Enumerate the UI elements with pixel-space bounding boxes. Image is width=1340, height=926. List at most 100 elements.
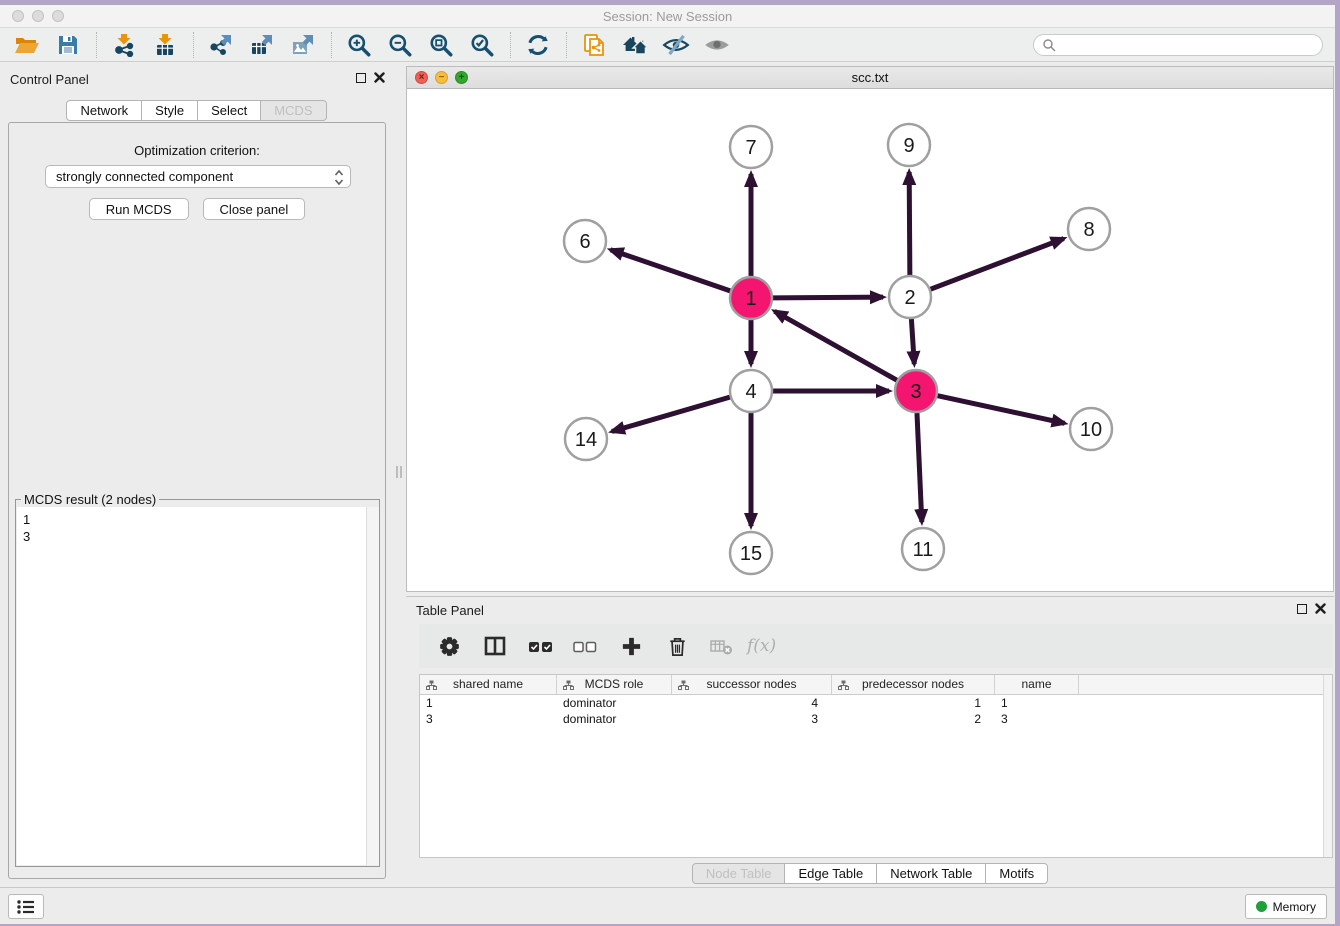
memory-button[interactable]: Memory	[1245, 894, 1327, 919]
save-session-button[interactable]	[51, 30, 85, 60]
cell-mcds-role[interactable]: dominator	[557, 711, 672, 727]
status-bar: Memory	[0, 887, 1335, 924]
search-input[interactable]	[1056, 36, 1322, 54]
cell-predecessor-nodes[interactable]: 1	[832, 695, 995, 711]
cell-successor-nodes[interactable]: 4	[672, 695, 832, 711]
cell-shared-name[interactable]: 1	[420, 695, 557, 711]
graph-node-label: 7	[745, 137, 756, 159]
table-row[interactable]: 3dominator323	[420, 711, 1332, 727]
close-panel-button[interactable]: Close panel	[203, 198, 306, 220]
graph-node-14[interactable]: 14	[565, 418, 607, 460]
list-icon	[15, 898, 37, 916]
run-mcds-button[interactable]: Run MCDS	[89, 198, 189, 220]
graph-node-4[interactable]: 4	[730, 370, 772, 412]
zoom-in-button[interactable]	[342, 30, 376, 60]
table-panel-float-button[interactable]	[1297, 604, 1307, 614]
control-tab-mcds[interactable]: MCDS	[261, 100, 326, 121]
table-scrollbar[interactable]	[1323, 675, 1332, 857]
graph-edge-2-8[interactable]	[931, 239, 1064, 290]
graph-node-9[interactable]: 9	[888, 124, 930, 166]
criterion-dropdown[interactable]: strongly connected component	[45, 165, 351, 188]
control-tab-network[interactable]: Network	[66, 100, 142, 121]
open-session-button[interactable]	[10, 30, 44, 60]
graph-edge-2-3[interactable]	[911, 319, 914, 364]
delete-column-button[interactable]	[659, 629, 695, 663]
table-tab-network-table[interactable]: Network Table	[877, 863, 986, 884]
cell-name[interactable]: 1	[995, 695, 1079, 711]
mcds-result-list[interactable]: 13	[17, 507, 378, 865]
table-panel-close-icon[interactable]	[1315, 603, 1326, 614]
refresh-button[interactable]	[521, 30, 555, 60]
duplicate-network-button[interactable]	[577, 30, 611, 60]
hide-selected-button[interactable]	[659, 30, 693, 60]
zoom-selected-icon	[469, 32, 495, 58]
export-image-button[interactable]	[286, 30, 320, 60]
column-header-predecessor-nodes[interactable]: predecessor nodes	[832, 675, 995, 695]
cell-successor-nodes[interactable]: 3	[672, 711, 832, 727]
graph-node-1[interactable]: 1	[730, 277, 772, 319]
column-header-name[interactable]: name	[995, 675, 1079, 695]
graph-edge-3-10[interactable]	[937, 396, 1064, 424]
graph-node-8[interactable]: 8	[1068, 208, 1110, 250]
refresh-icon	[525, 32, 551, 58]
control-panel-close-icon[interactable]	[374, 72, 385, 83]
table-body: 1dominator4113dominator323	[420, 695, 1332, 727]
zoom-fit-button[interactable]	[424, 30, 458, 60]
graph-node-2[interactable]: 2	[889, 276, 931, 318]
control-panel-float-button[interactable]	[356, 73, 366, 83]
zoom-selected-button[interactable]	[465, 30, 499, 60]
delete-table-button[interactable]	[703, 629, 739, 663]
column-header-successor-nodes[interactable]: successor nodes	[672, 675, 832, 695]
cell-mcds-role[interactable]: dominator	[557, 695, 672, 711]
graph-node-15[interactable]: 15	[730, 532, 772, 574]
graph-edge-3-11[interactable]	[917, 413, 922, 522]
graph-node-6[interactable]: 6	[564, 220, 606, 262]
table-settings-button[interactable]	[431, 629, 467, 663]
cell-predecessor-nodes[interactable]: 2	[832, 711, 995, 727]
graph-node-label: 4	[745, 381, 756, 403]
table-tab-motifs[interactable]: Motifs	[986, 863, 1048, 884]
import-table-button[interactable]	[148, 30, 182, 60]
graph-node-7[interactable]: 7	[730, 126, 772, 168]
split-view-button[interactable]	[477, 629, 513, 663]
cell-name[interactable]: 3	[995, 711, 1079, 727]
table-row[interactable]: 1dominator411	[420, 695, 1332, 711]
network-canvas[interactable]: 1 2 3 4 6 7 8 9 10 11 14 15	[407, 89, 1333, 591]
mcds-result-scrollbar[interactable]	[366, 507, 379, 865]
function-builder-button[interactable]: f(x)	[747, 636, 776, 656]
app-window: Session: New Session	[0, 5, 1335, 924]
node-table: shared nameMCDS rolesuccessor nodes prede…	[419, 674, 1333, 858]
column-header-shared-name[interactable]: shared name	[420, 675, 557, 695]
graph-edge-1-6[interactable]	[611, 250, 731, 291]
export-network-button[interactable]	[204, 30, 238, 60]
graph-edge-2-9[interactable]	[909, 172, 910, 275]
column-header-label: predecessor nodes	[862, 677, 964, 691]
table-tab-edge-table[interactable]: Edge Table	[785, 863, 877, 884]
graph-node-label: 3	[910, 381, 921, 403]
zoom-out-button[interactable]	[383, 30, 417, 60]
graph-edge-1-2[interactable]	[773, 297, 883, 298]
home-button[interactable]	[618, 30, 652, 60]
column-header-mcds-role[interactable]: MCDS role	[557, 675, 672, 695]
control-tab-style[interactable]: Style	[142, 100, 198, 121]
search-box[interactable]	[1033, 34, 1323, 56]
table-tab-node-table[interactable]: Node Table	[692, 863, 786, 884]
add-column-button[interactable]	[613, 629, 649, 663]
control-tab-select[interactable]: Select	[198, 100, 261, 121]
optimization-criterion-label: Optimization criterion:	[9, 143, 385, 158]
show-hidden-button[interactable]	[700, 30, 734, 60]
task-history-button[interactable]	[8, 894, 44, 919]
export-table-button[interactable]	[245, 30, 279, 60]
select-all-button[interactable]	[523, 629, 559, 663]
graph-edge-3-1[interactable]	[775, 311, 897, 380]
main-area: Control Panel NetworkStyleSelectMCDS Opt…	[0, 62, 1335, 887]
import-network-button[interactable]	[107, 30, 141, 60]
graph-node-11[interactable]: 11	[902, 528, 944, 570]
graph-node-10[interactable]: 10	[1070, 408, 1112, 450]
cell-shared-name[interactable]: 3	[420, 711, 557, 727]
graph-node-label: 1	[745, 288, 756, 310]
deselect-all-button[interactable]	[567, 629, 603, 663]
panel-splitter[interactable]	[393, 66, 406, 879]
graph-node-3[interactable]: 3	[895, 370, 937, 412]
graph-edge-4-14[interactable]	[612, 397, 730, 431]
